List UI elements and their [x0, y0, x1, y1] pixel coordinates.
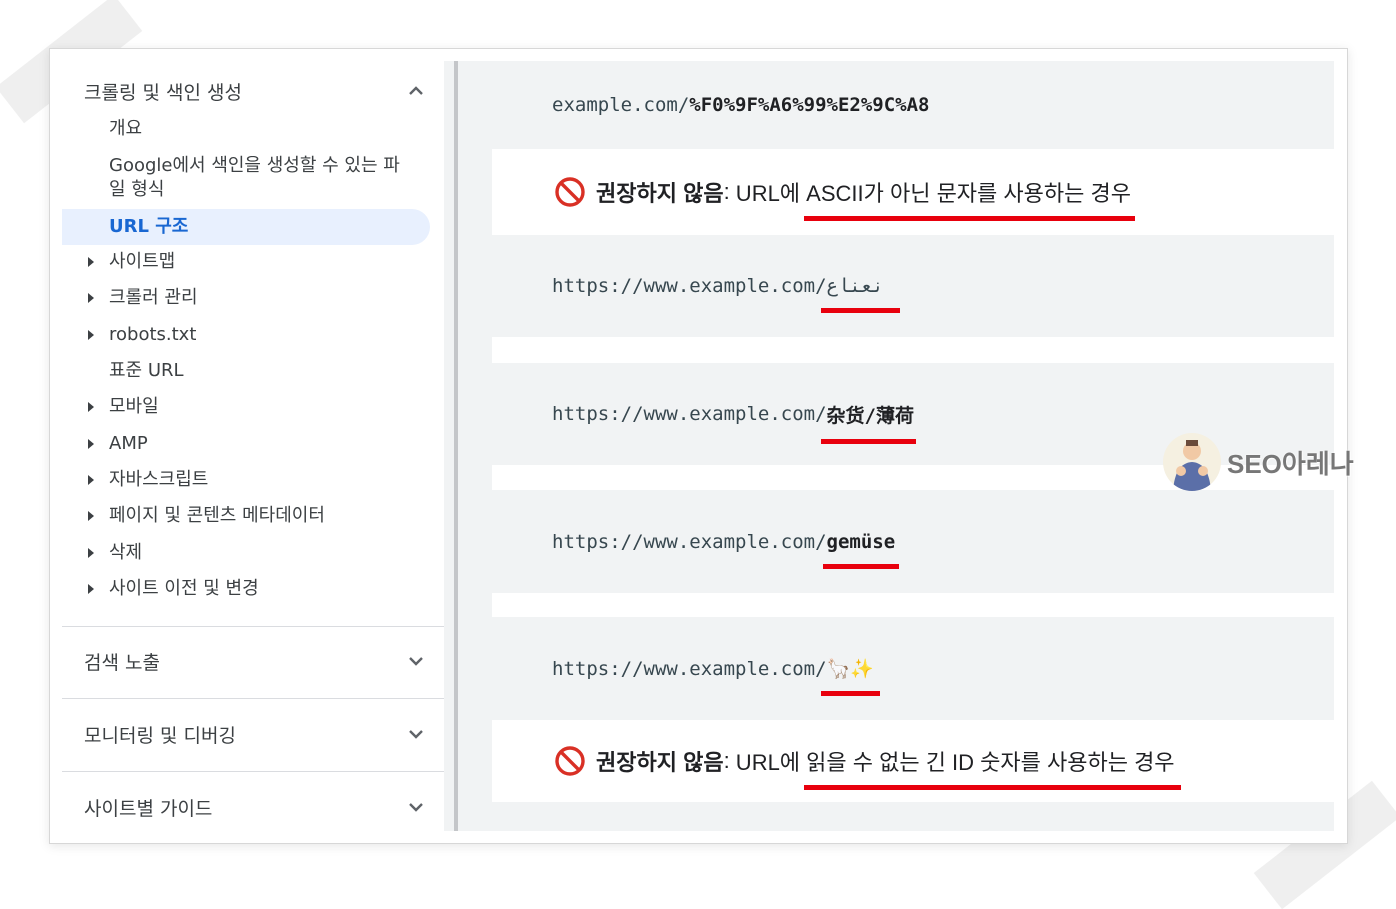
sidebar-item-label: 삭제 [109, 542, 143, 563]
sidebar-item-amp[interactable]: AMP [88, 432, 429, 456]
sidebar-item-label: 일 형식 [109, 179, 165, 200]
code-example-partial [492, 802, 1334, 831]
sidebar-item-label: 사이트맵 [109, 251, 176, 272]
section-search-appearance[interactable]: 검색 노출 [62, 631, 444, 691]
warning-label: 권장하지 않음 [596, 181, 724, 206]
sidebar-item-javascript[interactable]: 자바스크립트 [88, 468, 429, 492]
divider [62, 626, 444, 627]
chevron-down-icon[interactable] [406, 651, 426, 671]
sidebar-item-label: 사이트 이전 및 변경 [109, 578, 259, 599]
red-underline [803, 785, 1181, 790]
red-underline [820, 308, 900, 313]
sidebar-item-label: AMP [109, 433, 148, 454]
caret-right-icon[interactable] [88, 439, 94, 449]
ban-icon [555, 177, 585, 207]
sidebar-item-robots-txt[interactable]: robots.txt [88, 323, 429, 347]
warning-text: URL에 읽을 수 없는 긴 ID 숫자를 사용하는 경우 [729, 745, 1181, 790]
code-url-suffix: 🦙✨ [826, 658, 874, 680]
sidebar-item-mobile[interactable]: 모바일 [88, 395, 429, 419]
sidebar-item-label: 페이지 및 콘텐츠 메타데이터 [109, 505, 325, 526]
sidebar-item-site-moves[interactable]: 사이트 이전 및 변경 [88, 577, 429, 601]
code-url-prefix: https://www.example.com/ [552, 530, 827, 553]
watermark: SEO아레나 [1163, 432, 1354, 492]
caret-right-icon[interactable] [88, 584, 94, 594]
sidebar-item-label: Google에서 색인을 생성할 수 있는 파 [109, 155, 400, 176]
code-url-suffix: 杂货/薄荷 [826, 404, 914, 427]
caret-right-icon[interactable] [88, 475, 94, 485]
section-title: 모니터링 및 디버깅 [84, 724, 236, 747]
sidebar-item-label: 개요 [109, 118, 143, 139]
sidebar-item-sitemaps[interactable]: 사이트맵 [88, 250, 429, 274]
screenshot-frame: 크롤링 및 색인 생성 개요 Google에서 색인을 생성할 수 있는 파 일… [49, 48, 1348, 844]
ban-icon [555, 746, 585, 776]
sidebar-item-label: 크롤러 관리 [109, 287, 198, 308]
warning-long-id: 권장하지 않음: URL에 읽을 수 없는 긴 ID 숫자를 사용하는 경우 [492, 720, 1334, 802]
red-underline [820, 438, 916, 444]
caret-right-icon[interactable] [88, 330, 94, 340]
sidebar-item-label: robots.txt [109, 324, 197, 345]
code-url-suffix: %F0%9F%A6%99%E2%9C%A8 [689, 94, 930, 116]
section-monitoring-debugging[interactable]: 모니터링 및 디버깅 [62, 704, 444, 764]
red-underline [822, 563, 900, 569]
code-example: https://www.example.com/🦙✨ [492, 617, 1334, 720]
avatar [1163, 433, 1221, 491]
section-crawl-indexing[interactable]: 크롤링 및 색인 생성 [62, 61, 444, 121]
sidebar-item-canonical-url[interactable]: 표준 URL [109, 359, 429, 383]
warning-label: 권장하지 않음 [596, 750, 724, 775]
caret-right-icon[interactable] [88, 257, 94, 267]
scrollbar-track[interactable] [454, 61, 458, 831]
code-example: https://www.example.com/gemüse [492, 490, 1334, 593]
sidebar-item-label: 모바일 [109, 396, 159, 417]
caret-right-icon[interactable] [88, 511, 94, 521]
caret-right-icon[interactable] [88, 548, 94, 558]
sidebar-item-label: 자바스크립트 [109, 469, 209, 490]
scrollbar-gutter[interactable] [444, 61, 492, 831]
warning-non-ascii: 권장하지 않음: URL에 ASCII가 아닌 문자를 사용하는 경우 [492, 149, 1334, 235]
divider [62, 771, 444, 772]
warning-text: URL에 ASCII가 아닌 문자를 사용하는 경우 [729, 176, 1135, 221]
caret-right-icon[interactable] [88, 402, 94, 412]
code-url-prefix: https://www.example.com/ [552, 403, 827, 425]
sidebar-nav: 크롤링 및 색인 생성 개요 Google에서 색인을 생성할 수 있는 파 일… [62, 61, 444, 831]
code-example: https://www.example.com/نعناع [492, 235, 1334, 337]
sidebar-item-url-structure[interactable]: URL 구조 [62, 209, 430, 245]
sidebar-item-page-metadata[interactable]: 페이지 및 콘텐츠 메타데이터 [88, 504, 429, 528]
warning-text-value: URL에 ASCII가 아닌 문자를 사용하는 경우 [729, 181, 1131, 206]
code-url-prefix: https://www.example.com/ [552, 275, 827, 297]
caret-right-icon[interactable] [88, 293, 94, 303]
sidebar-item-removals[interactable]: 삭제 [88, 541, 429, 565]
chevron-down-icon[interactable] [406, 797, 426, 817]
chevron-down-icon[interactable] [406, 724, 426, 744]
code-example: example.com/%F0%9F%A6%99%E2%9C%A8 [492, 61, 1334, 149]
chevron-up-icon[interactable] [406, 81, 426, 101]
section-title: 크롤링 및 색인 생성 [84, 81, 242, 104]
section-site-guides[interactable]: 사이트별 가이드 [62, 777, 444, 837]
warning-text-value: URL에 읽을 수 없는 긴 ID 숫자를 사용하는 경우 [729, 750, 1175, 775]
sidebar-item-label: URL 구조 [109, 216, 189, 237]
code-url-suffix: نعناع [826, 275, 884, 297]
watermark-text: SEO아레나 [1227, 448, 1354, 479]
sidebar-item-overview[interactable]: 개요 [109, 117, 429, 141]
section-title: 사이트별 가이드 [84, 797, 213, 820]
divider [62, 698, 444, 699]
code-url-prefix: https://www.example.com/ [552, 657, 827, 680]
red-underline [803, 216, 1135, 221]
sidebar-item-indexable-file-types[interactable]: Google에서 색인을 생성할 수 있는 파 일 형식 [109, 154, 429, 202]
sidebar-item-crawler-management[interactable]: 크롤러 관리 [88, 286, 429, 310]
red-underline [820, 691, 880, 696]
sidebar-item-label: 표준 URL [109, 360, 184, 381]
section-title: 검색 노출 [84, 651, 160, 674]
code-url-suffix: gemüse [826, 530, 896, 553]
code-url-prefix: example.com/ [552, 94, 690, 116]
